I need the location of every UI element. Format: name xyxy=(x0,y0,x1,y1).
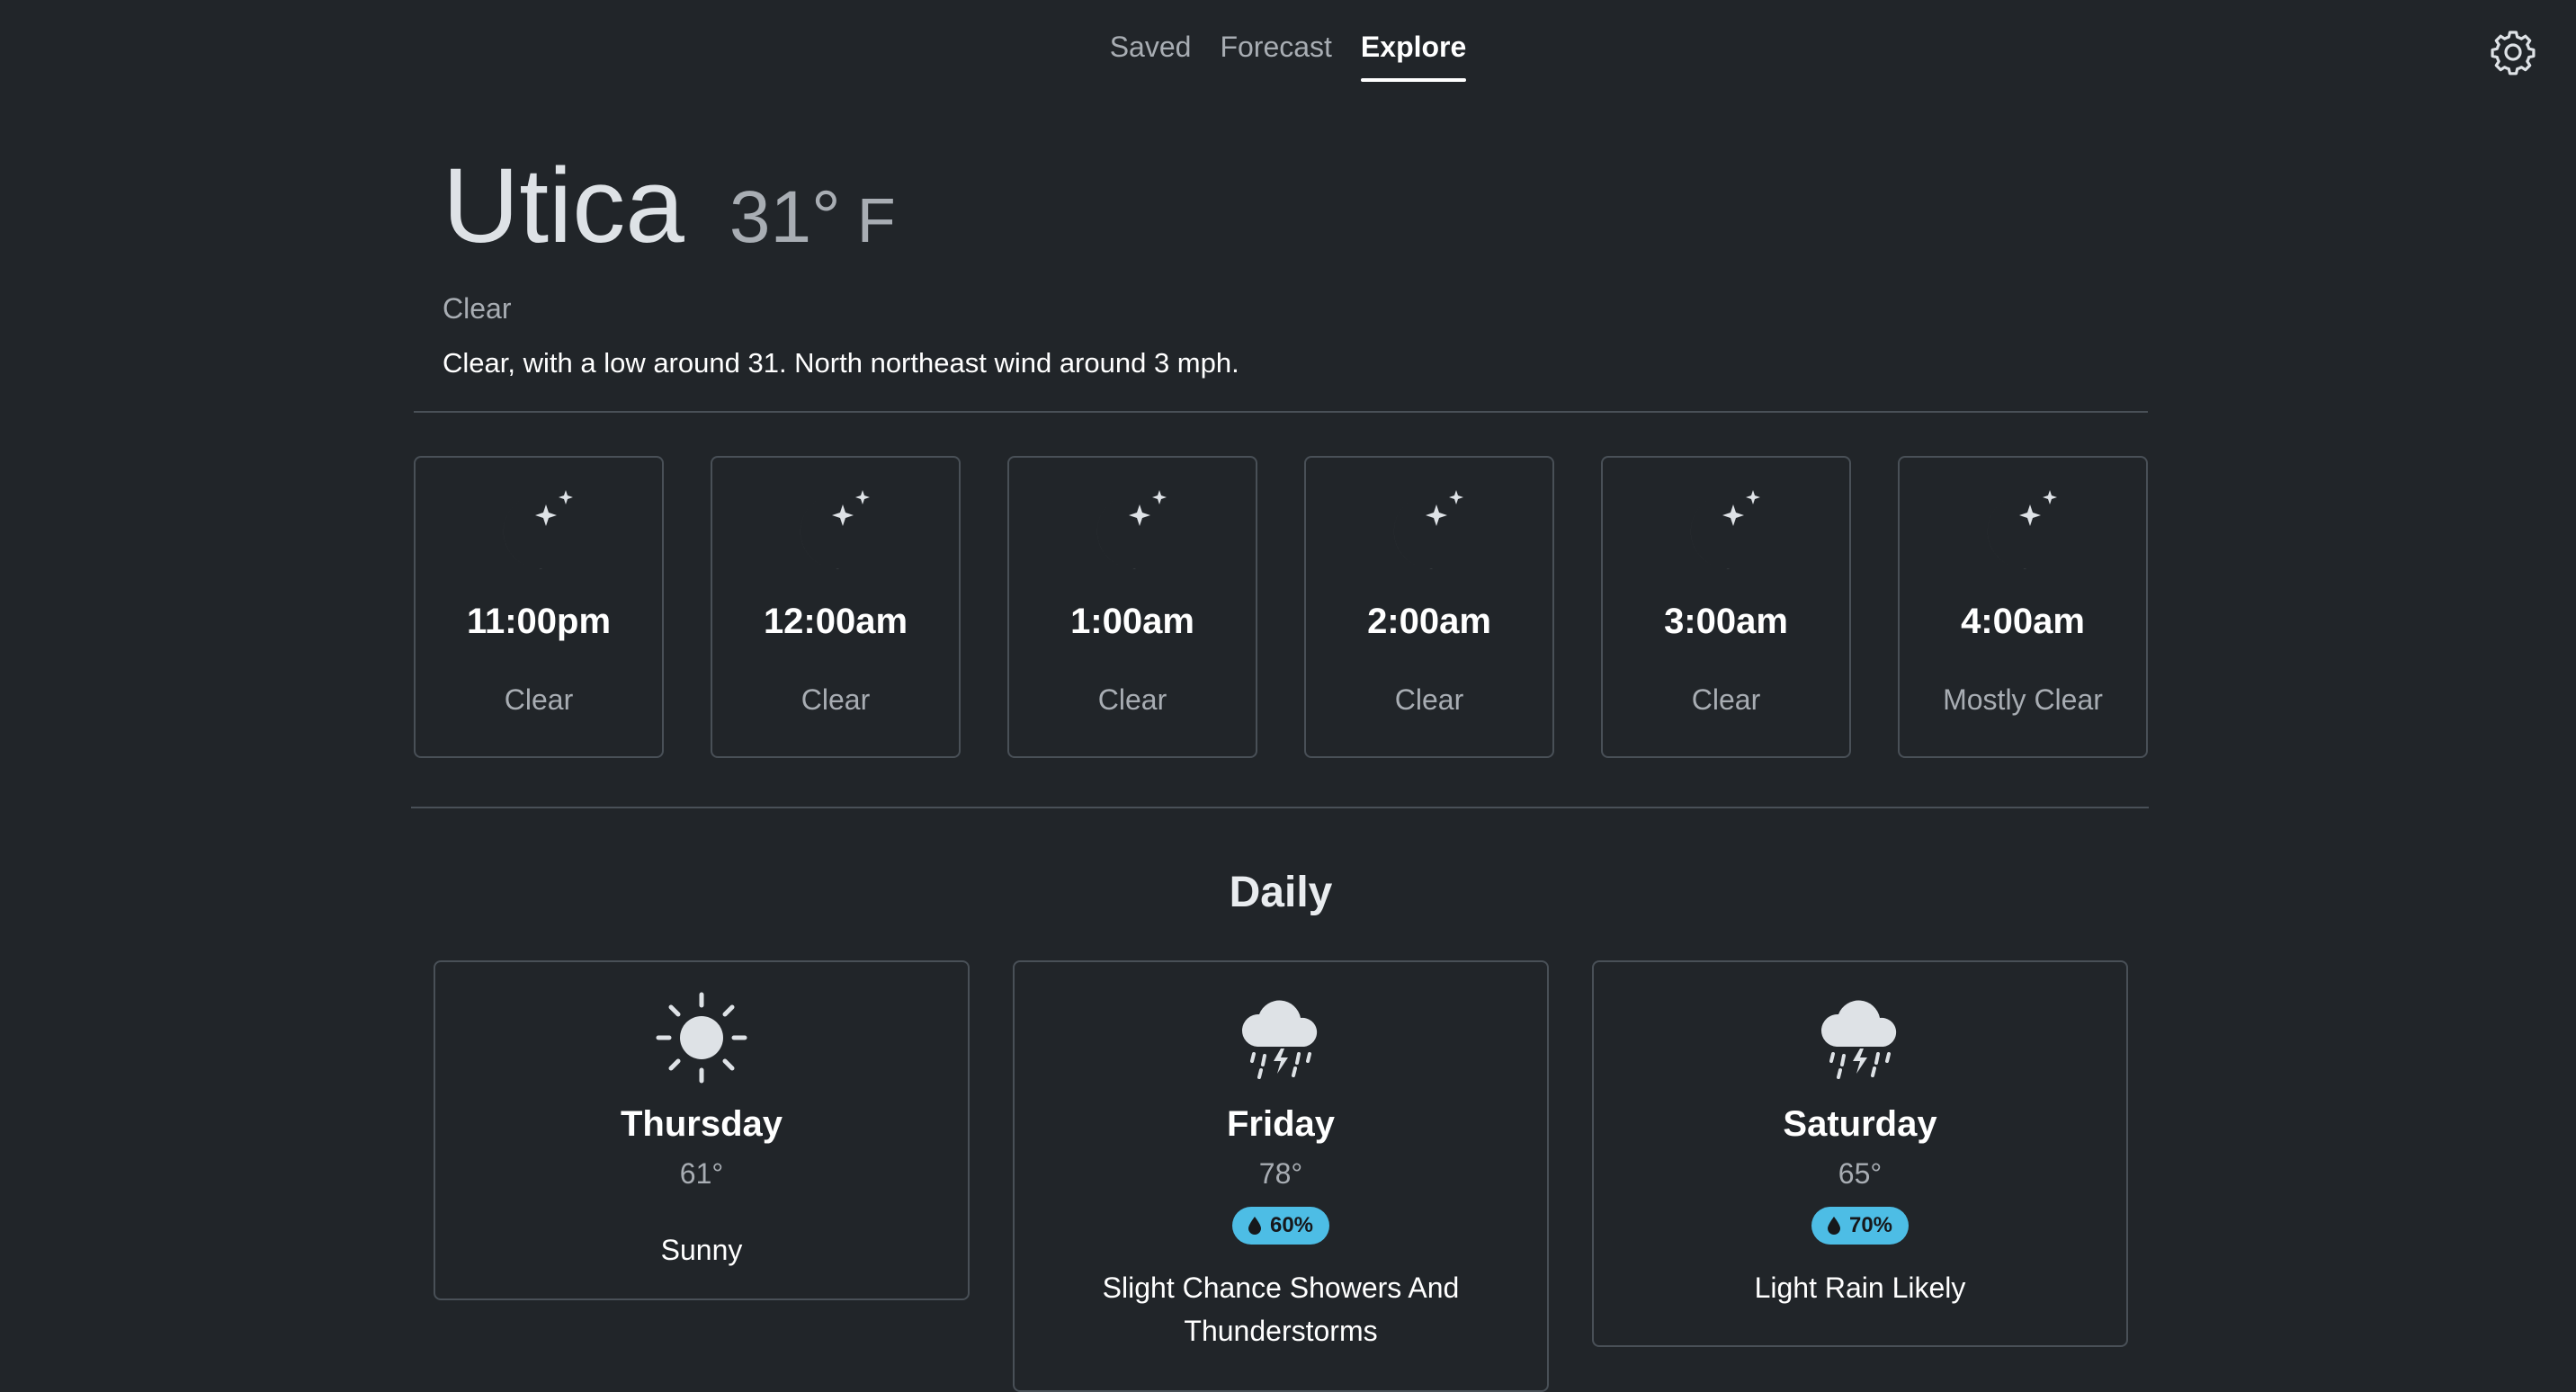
hour-condition: Clear xyxy=(1097,683,1167,716)
moon-stars-icon xyxy=(1096,490,1167,569)
moon-stars-icon xyxy=(503,490,573,569)
thunderstorm-cloud-icon xyxy=(1820,1000,1897,1079)
hour-card: 3:00am Clear xyxy=(1601,456,1851,758)
tab-forecast[interactable]: Forecast xyxy=(1205,31,1346,82)
droplet-icon xyxy=(1827,1217,1840,1235)
sun-icon xyxy=(656,992,747,1084)
moon-stars-icon xyxy=(1393,490,1463,569)
hour-condition: Clear xyxy=(801,683,871,716)
precip-badge: 60% xyxy=(1231,1207,1330,1245)
divider xyxy=(411,807,2149,808)
day-condition: Slight Chance Showers And Thunderstorms xyxy=(1102,1272,1460,1347)
tab-explore[interactable]: Explore xyxy=(1346,31,1480,82)
thunderstorm-cloud-icon xyxy=(1241,1000,1318,1079)
top-nav: Saved Forecast Explore xyxy=(0,0,2576,90)
hour-condition: Mostly Clear xyxy=(1943,683,2103,716)
precip-value: 70% xyxy=(1848,1213,1893,1237)
day-temp: 78° xyxy=(1258,1157,1303,1190)
hour-time: 1:00am xyxy=(1070,602,1194,641)
day-card: Friday 78° 60% Slight Chance Showers And… xyxy=(1013,960,1549,1392)
moon-stars-icon xyxy=(1987,490,2057,569)
tab-saved[interactable]: Saved xyxy=(1096,31,1206,82)
hour-card: 2:00am Clear xyxy=(1304,456,1554,758)
hour-condition: Clear xyxy=(504,683,574,716)
divider xyxy=(414,411,2148,413)
daily-title: Daily xyxy=(1229,869,1333,916)
hour-condition: Clear xyxy=(1691,683,1761,716)
day-name: Saturday xyxy=(1783,1104,1937,1144)
precip-badge: 70% xyxy=(1811,1207,1910,1245)
current-temp: 31° xyxy=(729,176,841,258)
day-card: Thursday 61° Sunny xyxy=(434,960,970,1300)
daily-forecast: Thursday 61° Sunny Friday 78° 60% Slight… xyxy=(434,960,2128,1392)
day-card: Saturday 65° 70% Light Rain Likely xyxy=(1592,960,2128,1347)
current-conditions: Utica 31° F Clear Clear, with a low arou… xyxy=(443,153,2151,379)
hour-time: 12:00am xyxy=(763,602,908,641)
day-temp: 61° xyxy=(679,1157,724,1190)
temp-unit: F xyxy=(856,185,896,255)
nav-tabs: Saved Forecast Explore xyxy=(1096,31,1481,82)
day-condition: Sunny xyxy=(660,1234,743,1266)
hourly-forecast: 11:00pm Clear 12:00am Clear 1:00am Clear… xyxy=(414,456,2148,762)
hour-time: 3:00am xyxy=(1664,602,1788,641)
moon-stars-icon xyxy=(1690,490,1760,569)
droplet-icon xyxy=(1248,1217,1261,1235)
hour-card: 12:00am Clear xyxy=(711,456,961,758)
current-description: Clear, with a low around 31. North north… xyxy=(443,347,1239,379)
moon-stars-icon xyxy=(800,490,870,569)
day-name: Thursday xyxy=(620,1104,783,1144)
city-name: Utica xyxy=(443,147,684,265)
hour-card: 4:00am Mostly Clear xyxy=(1898,456,2148,758)
day-temp: 65° xyxy=(1838,1157,1883,1190)
gear-icon[interactable] xyxy=(2488,27,2538,77)
hour-time: 11:00pm xyxy=(466,602,612,641)
hour-card: 11:00pm Clear xyxy=(414,456,664,758)
hour-card: 1:00am Clear xyxy=(1007,456,1257,758)
hour-time: 2:00am xyxy=(1367,602,1491,641)
city-temp-row: Utica 31° F xyxy=(443,153,2151,260)
day-condition: Light Rain Likely xyxy=(1754,1272,1966,1304)
hour-condition: Clear xyxy=(1394,683,1464,716)
precip-value: 60% xyxy=(1269,1213,1314,1237)
current-condition: Clear xyxy=(443,292,512,325)
hour-time: 4:00am xyxy=(1961,602,2085,641)
day-name: Friday xyxy=(1226,1104,1336,1144)
